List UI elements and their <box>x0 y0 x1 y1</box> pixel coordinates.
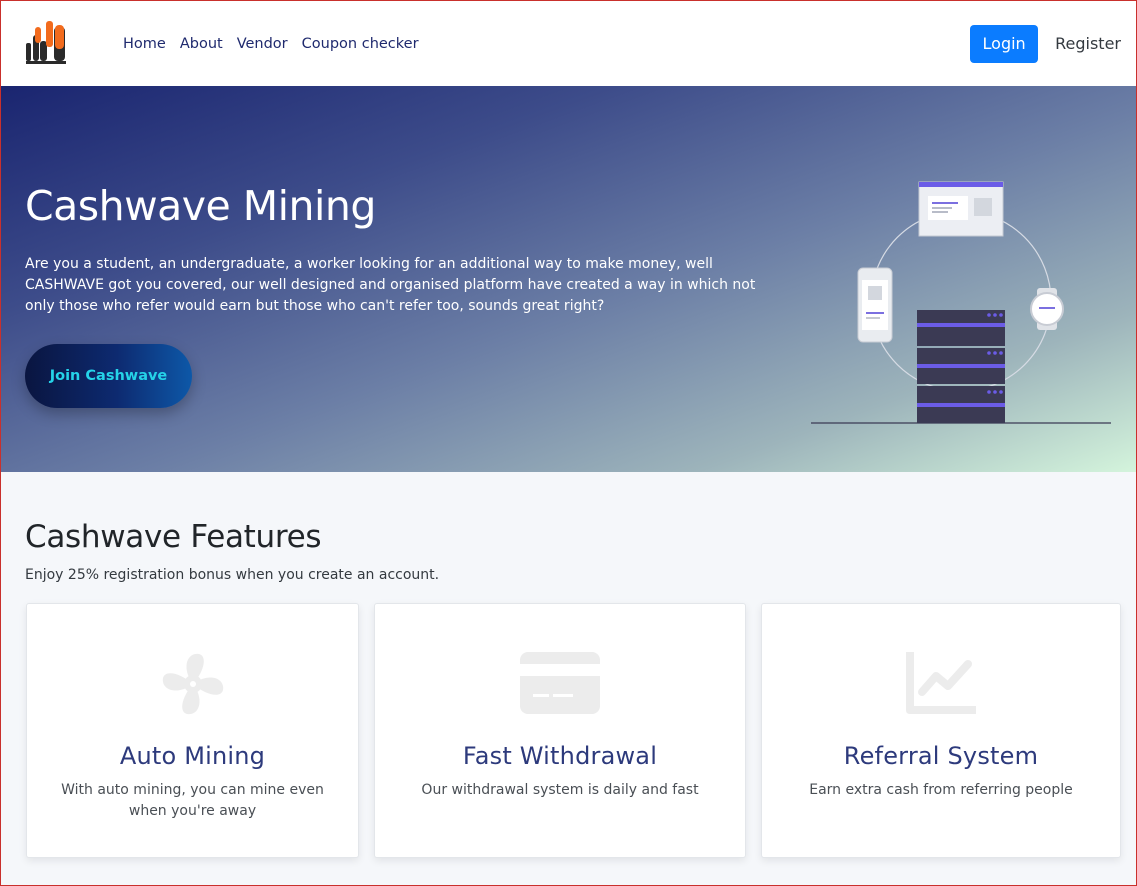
login-button[interactable]: Login <box>970 24 1039 63</box>
chart-line-icon <box>904 648 978 720</box>
feature-card-fast-withdrawal: Fast Withdrawal Our withdrawal system is… <box>374 603 746 858</box>
fan-icon <box>157 648 229 724</box>
server-devices-illustration <box>806 176 1116 436</box>
nav-link-home[interactable]: Home <box>123 36 166 52</box>
feature-card-auto-mining: Auto Mining With auto mining, you can mi… <box>26 603 359 858</box>
nav-link-about[interactable]: About <box>180 36 223 52</box>
feature-description: Earn extra cash from referring people <box>809 782 1073 798</box>
feature-description: Our withdrawal system is daily and fast <box>421 782 699 798</box>
feature-title: Fast Withdrawal <box>462 742 658 770</box>
hero-description: Are you a student, an undergraduate, a w… <box>25 256 756 314</box>
hero-title: Cashwave Mining <box>25 182 376 230</box>
feature-card-referral-system: Referral System Earn extra cash from ref… <box>761 603 1121 858</box>
hero-section: Cashwave Mining Are you a student, an un… <box>1 86 1136 472</box>
navbar: Home About Vendor Coupon checker Login R… <box>1 1 1136 86</box>
feature-title: Auto Mining <box>119 742 266 770</box>
feature-title: Referral System <box>843 742 1039 770</box>
nav-link-coupon-checker[interactable]: Coupon checker <box>302 36 419 52</box>
nav-auth: Login Register <box>970 24 1121 63</box>
nav-link-vendor[interactable]: Vendor <box>237 36 288 52</box>
nav-links: Home About Vendor Coupon checker <box>123 36 419 52</box>
feature-description: With auto mining, you can mine even when… <box>61 782 324 819</box>
features-title: Cashwave Features <box>25 519 322 555</box>
features-subtitle: Enjoy 25% registration bonus when you cr… <box>25 567 440 583</box>
register-link[interactable]: Register <box>1055 34 1121 53</box>
cashwave-logo-icon[interactable] <box>25 20 67 67</box>
join-cashwave-button[interactable]: Join Cashwave <box>25 344 192 408</box>
credit-card-icon <box>519 648 601 718</box>
